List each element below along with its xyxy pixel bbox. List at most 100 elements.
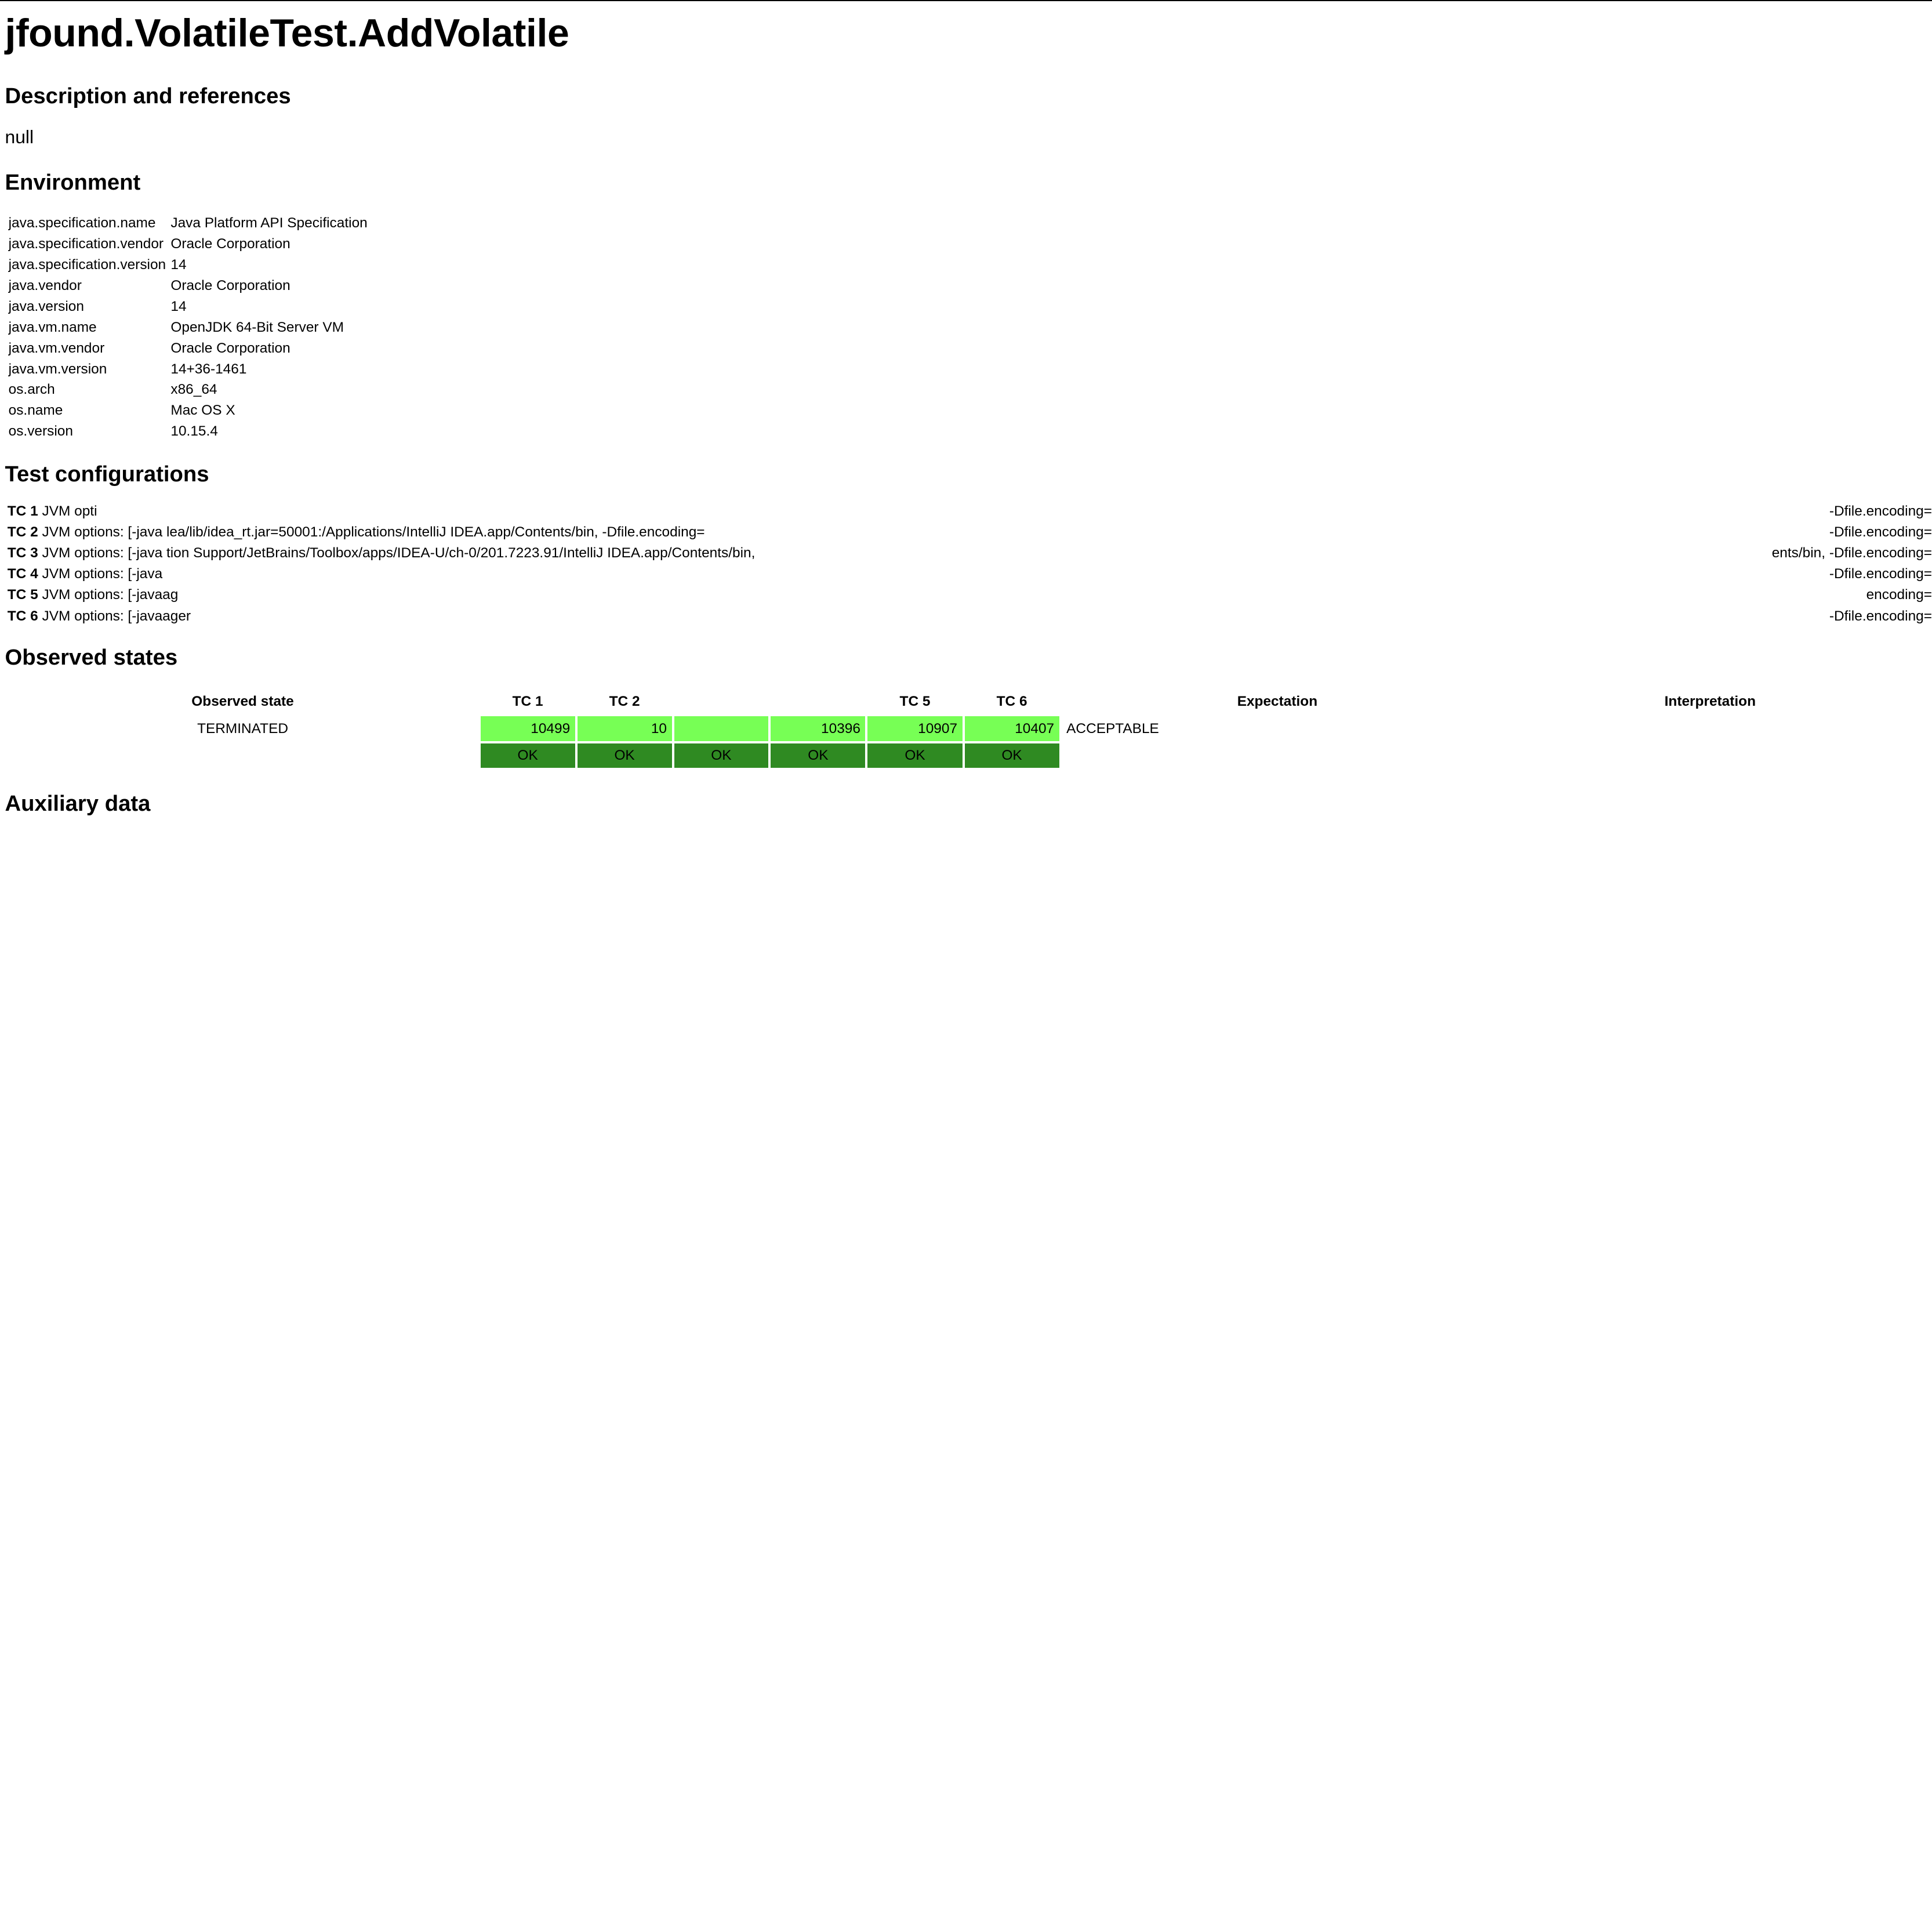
column-header-tc5: TC 5 (867, 690, 962, 714)
observed-count-cell: 10907 (867, 716, 962, 741)
env-key: java.specification.version (8, 256, 168, 274)
env-value: Oracle Corporation (169, 277, 369, 295)
env-row: java.specification.nameJava Platform API… (8, 214, 369, 233)
observed-count-cell: 10407 (965, 716, 1059, 741)
observed-count-cell: 10396 (771, 716, 865, 741)
test-configurations-heading: Test configurations (5, 459, 1927, 489)
status-row-spacer (8, 743, 478, 768)
environment-table: java.specification.nameJava Platform API… (5, 212, 371, 443)
tc-options-tail: -Dfile.encoding= (1827, 522, 1932, 543)
tc-options-tail: -Dfile.encoding= (1827, 564, 1932, 585)
observed-state-row: TERMINATED 10499 10 10396 10907 10407 AC… (8, 716, 1925, 741)
tc-label: TC 3 (8, 545, 38, 561)
status-ok-cell: OK (481, 743, 575, 768)
column-header-expectation: Expectation (1062, 690, 1494, 714)
auxiliary-data-heading: Auxiliary data (5, 789, 1927, 818)
env-key: java.vm.vendor (8, 339, 168, 358)
status-ok-cell: OK (965, 743, 1059, 768)
tc-options-middle: lea/lib/idea_rt.jar=50001:/Applications/… (166, 524, 705, 540)
tc-label: TC 5 (8, 587, 38, 603)
tc-options: JVM options: [-java (42, 545, 162, 561)
observed-count-cell (674, 716, 769, 741)
status-row: OK OK OK OK OK OK (8, 743, 1925, 768)
description-text: null (5, 125, 1927, 150)
description-heading: Description and references (5, 81, 1927, 111)
tc-row: TC 4 JVM options: [-java -Dfile.encoding… (5, 564, 1932, 585)
column-header-tc1: TC 1 (481, 690, 575, 714)
env-row: java.specification.version14 (8, 256, 369, 274)
env-key: java.vm.name (8, 318, 168, 337)
env-row: os.archx86_64 (8, 380, 369, 399)
tc-row: TC 2 JVM options: [-java lea/lib/idea_rt… (5, 522, 1932, 543)
env-value: Java Platform API Specification (169, 214, 369, 233)
env-value: x86_64 (169, 380, 369, 399)
test-configurations-list: TC 1 JVM opti -Dfile.encoding= TC 2 JVM … (5, 501, 1932, 627)
status-ok-cell: OK (867, 743, 962, 768)
env-key: java.vm.version (8, 360, 168, 379)
status-ok-cell: OK (578, 743, 672, 768)
env-key: os.version (8, 422, 168, 441)
env-key: os.name (8, 401, 168, 420)
tc-options-middle: tion Support/JetBrains/Toolbox/apps/IDEA… (166, 545, 755, 561)
tc-label: TC 1 (8, 503, 38, 519)
env-row: java.specification.vendorOracle Corporat… (8, 235, 369, 253)
status-ok-cell: OK (771, 743, 865, 768)
observed-states-heading: Observed states (5, 643, 1927, 672)
observed-count-cell: 10 (578, 716, 672, 741)
tc-row: TC 6 JVM options: [-javaager -Dfile.enco… (5, 606, 1932, 627)
tc-options-tail: ents/bin, -Dfile.encoding= (1769, 543, 1932, 564)
env-value: 10.15.4 (169, 422, 369, 441)
env-row: java.vm.version14+36-1461 (8, 360, 369, 379)
tc-label: TC 6 (8, 608, 38, 624)
observed-states-header-row: Observed state TC 1 TC 2 TC 5 TC 6 Expec… (8, 690, 1925, 714)
report-page: jfound.VolatileTest.AddVolatile Descript… (0, 0, 1932, 965)
column-header-tc6: TC 6 (965, 690, 1059, 714)
tc-options: JVM opti (42, 503, 97, 519)
column-header-tc4 (771, 690, 865, 714)
tc-options: JVM options: [-javaag (42, 587, 178, 603)
tc-options-tail: -Dfile.encoding= (1827, 501, 1932, 522)
env-key: java.specification.vendor (8, 235, 168, 253)
tc-options-tail: -Dfile.encoding= (1827, 606, 1932, 627)
env-value: Oracle Corporation (169, 339, 369, 358)
env-value: 14 (169, 298, 369, 316)
env-row: os.nameMac OS X (8, 401, 369, 420)
tc-row: TC 3 JVM options: [-java tion Support/Je… (5, 543, 1932, 564)
status-row-spacer (1495, 743, 1924, 768)
tc-options: JVM options: [-javaager (42, 608, 191, 624)
tc-label: TC 2 (8, 524, 38, 540)
env-row: java.vm.vendorOracle Corporation (8, 339, 369, 358)
env-key: java.vendor (8, 277, 168, 295)
env-row: os.version10.15.4 (8, 422, 369, 441)
tc-label: TC 4 (8, 566, 38, 582)
environment-heading: Environment (5, 168, 1927, 197)
column-header-tc3 (674, 690, 769, 714)
tc-options: JVM options: [-java (42, 524, 162, 540)
column-header-observed-state: Observed state (8, 690, 478, 714)
env-value: Oracle Corporation (169, 235, 369, 253)
env-key: os.arch (8, 380, 168, 399)
observed-state-name: TERMINATED (8, 716, 478, 741)
env-value: OpenJDK 64-Bit Server VM (169, 318, 369, 337)
column-header-interpretation: Interpretation (1495, 690, 1924, 714)
env-value: 14+36-1461 (169, 360, 369, 379)
interpretation-cell (1495, 716, 1924, 741)
env-value: Mac OS X (169, 401, 369, 420)
tc-row: TC 5 JVM options: [-javaag encoding= (5, 585, 1932, 605)
tc-options-tail: encoding= (1864, 585, 1932, 605)
env-key: java.version (8, 298, 168, 316)
env-row: java.version14 (8, 298, 369, 316)
env-value: 14 (169, 256, 369, 274)
status-row-spacer (1062, 743, 1494, 768)
expectation-cell: ACCEPTABLE (1062, 716, 1494, 741)
env-row: java.vendorOracle Corporation (8, 277, 369, 295)
tc-options: JVM options: [-java (42, 566, 162, 582)
env-key: java.specification.name (8, 214, 168, 233)
observed-count-cell: 10499 (481, 716, 575, 741)
page-title: jfound.VolatileTest.AddVolatile (5, 6, 1927, 61)
column-header-tc2: TC 2 (578, 690, 672, 714)
status-ok-cell: OK (674, 743, 769, 768)
env-row: java.vm.nameOpenJDK 64-Bit Server VM (8, 318, 369, 337)
observed-states-table: Observed state TC 1 TC 2 TC 5 TC 6 Expec… (5, 687, 1927, 771)
tc-row: TC 1 JVM opti -Dfile.encoding= (5, 501, 1932, 522)
